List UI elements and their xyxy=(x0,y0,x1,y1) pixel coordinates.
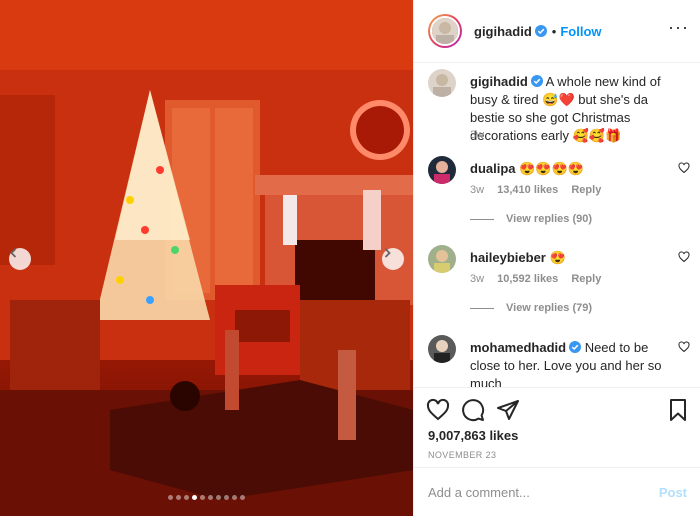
carousel-next-button[interactable] xyxy=(382,248,404,270)
comment-avatar[interactable] xyxy=(428,156,456,184)
comment-meta: 3w 10,592 likes Reply xyxy=(470,273,611,285)
avatar-photo-icon xyxy=(428,69,456,97)
comment-username[interactable]: dualipa xyxy=(470,161,516,176)
avatar-photo-icon xyxy=(428,156,456,184)
comment-likes[interactable]: 13,410 likes xyxy=(497,184,558,196)
comment-bubble-icon[interactable] xyxy=(461,398,485,422)
carousel-prev-button[interactable] xyxy=(9,248,31,270)
comment-time: 3w xyxy=(470,273,485,285)
comment-time: 3w xyxy=(470,184,485,196)
author-username[interactable]: gigihadid xyxy=(474,24,532,39)
post-comment-button[interactable]: Post xyxy=(659,485,687,500)
caption-avatar[interactable] xyxy=(428,69,456,97)
likes-count[interactable]: 9,007,863 likes xyxy=(428,428,518,443)
bookmark-icon[interactable] xyxy=(666,398,690,422)
comment-input[interactable] xyxy=(428,484,659,500)
follow-button[interactable]: Follow xyxy=(560,24,601,39)
caption-time: 3w xyxy=(470,129,485,141)
comment-username[interactable]: mohamedhadid xyxy=(470,340,566,355)
post-date: NOVEMBER 23 xyxy=(428,450,497,460)
carousel-dot xyxy=(176,495,181,500)
more-horizontal-icon: ··· xyxy=(668,17,689,37)
view-replies-button[interactable]: View replies (90) xyxy=(470,213,592,225)
caption-text: gigihadid A whole new kind of busy & tir… xyxy=(470,73,670,145)
comment-text: dualipa 😍😍😍😍 xyxy=(470,160,670,178)
post-photo[interactable] xyxy=(0,0,413,516)
view-replies-label: View replies (79) xyxy=(506,302,593,314)
comment-body: 😍 xyxy=(545,250,566,265)
chevron-left-icon xyxy=(10,248,17,258)
carousel-dot xyxy=(184,495,189,500)
avatar-photo-icon xyxy=(428,335,456,363)
carousel-indicator xyxy=(0,495,413,500)
carousel-dot xyxy=(240,495,245,500)
carousel-dot xyxy=(200,495,205,500)
reply-button[interactable]: Reply xyxy=(571,184,601,196)
carousel-dot xyxy=(192,495,197,500)
comment-avatar[interactable] xyxy=(428,335,456,363)
comment-text: mohamedhadid Need to be close to her. Lo… xyxy=(470,339,670,387)
verified-badge-icon xyxy=(569,341,582,353)
comment-text: haileybieber 😍 xyxy=(470,249,670,267)
avatar-photo-icon xyxy=(432,18,458,44)
add-comment-bar: Post xyxy=(414,467,700,516)
post-side-panel: gigihadid • Follow ··· gigihadid A whole… xyxy=(413,0,700,516)
reply-button[interactable]: Reply xyxy=(571,273,601,285)
heart-outline-icon[interactable] xyxy=(678,162,690,174)
verified-badge-icon xyxy=(534,25,547,37)
carousel-dot xyxy=(216,495,221,500)
carousel-dot xyxy=(208,495,213,500)
comment-avatar[interactable] xyxy=(428,245,456,273)
carousel-dot xyxy=(224,495,229,500)
caption-meta: 3w xyxy=(470,129,494,141)
chevron-right-icon xyxy=(384,248,391,258)
comment-likes[interactable]: 10,592 likes xyxy=(497,273,558,285)
more-options-button[interactable]: ··· xyxy=(668,18,689,36)
carousel-dot xyxy=(232,495,237,500)
verified-badge-icon xyxy=(530,75,543,87)
view-replies-label: View replies (90) xyxy=(506,213,593,225)
like-heart-icon[interactable] xyxy=(426,398,450,422)
header-separator: • xyxy=(551,23,557,39)
comment-username[interactable]: haileybieber xyxy=(470,250,546,265)
comment-meta: 3w 13,410 likes Reply xyxy=(470,184,611,196)
post-header: gigihadid • Follow ··· xyxy=(414,0,700,63)
comments-section[interactable]: gigihadid A whole new kind of busy & tir… xyxy=(414,63,700,387)
author-avatar[interactable] xyxy=(428,14,462,48)
heart-outline-icon[interactable] xyxy=(678,341,690,353)
view-replies-button[interactable]: View replies (79) xyxy=(470,302,592,314)
carousel-dot xyxy=(168,495,173,500)
heart-outline-icon[interactable] xyxy=(678,251,690,263)
avatar-photo-icon xyxy=(428,245,456,273)
christmas-living-room-photo xyxy=(0,0,413,516)
post-actions: 9,007,863 likes NOVEMBER 23 xyxy=(414,387,700,467)
comment-body: 😍😍😍😍 xyxy=(515,161,584,176)
caption-username[interactable]: gigihadid xyxy=(470,74,528,89)
share-paper-plane-icon[interactable] xyxy=(496,398,520,422)
